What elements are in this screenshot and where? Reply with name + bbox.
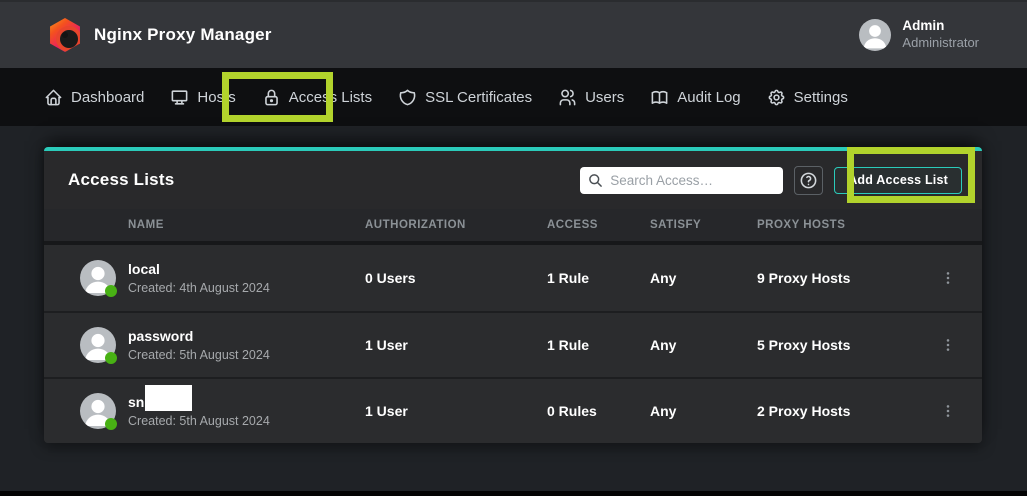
add-access-list-button[interactable]: Add Access List (834, 167, 962, 194)
access-value: 1 Rule (547, 337, 650, 353)
panel-header: Access Lists Add Access List (44, 151, 982, 209)
nav-label: Audit Log (677, 89, 740, 106)
nav-label: Settings (794, 89, 848, 106)
access-list-avatar (80, 260, 116, 296)
authorization-value: 0 Users (365, 270, 547, 286)
kebab-icon (940, 337, 956, 353)
page-title: Access Lists (68, 170, 174, 190)
kebab-icon (940, 403, 956, 419)
app-title: Nginx Proxy Manager (94, 25, 272, 45)
proxy-hosts-value: 9 Proxy Hosts (757, 270, 914, 286)
table-header-row: NAME AUTHORIZATION ACCESS SATISFY PROXY … (44, 209, 982, 245)
nav-item-dashboard[interactable]: Dashboard (44, 88, 144, 107)
table-row-password[interactable]: password Created: 5th August 2024 1 User… (44, 311, 982, 377)
row-menu-button[interactable] (936, 266, 960, 290)
status-online-dot (105, 352, 117, 364)
user-avatar-icon (859, 19, 891, 51)
nav-label: Access Lists (289, 89, 372, 106)
nav-item-access-lists[interactable]: Access Lists (262, 88, 372, 107)
status-online-dot (105, 418, 117, 430)
main-nav: Dashboard Hosts Access Lists SSL Certifi… (0, 68, 1027, 126)
table-row-sn[interactable]: sn Created: 5th August 2024 1 User 0 Rul… (44, 377, 982, 443)
access-value: 1 Rule (547, 270, 650, 286)
table-row-local[interactable]: local Created: 4th August 2024 0 Users 1… (44, 245, 982, 311)
shield-icon (398, 88, 417, 107)
nav-label: Dashboard (71, 89, 144, 106)
access-lists-panel: Access Lists Add Access List NAME AUTHOR… (44, 147, 982, 443)
help-icon (799, 171, 818, 190)
user-menu[interactable]: Admin Administrator (859, 18, 979, 51)
column-header-satisfy: SATISFY (650, 219, 757, 231)
column-header-proxy-hosts: PROXY HOSTS (757, 219, 914, 231)
app-window: Nginx Proxy Manager Admin Administrator … (0, 0, 1027, 496)
nav-item-ssl-certificates[interactable]: SSL Certificates (398, 88, 532, 107)
proxy-hosts-value: 2 Proxy Hosts (757, 403, 914, 419)
monitor-icon (170, 88, 189, 107)
row-menu-button[interactable] (936, 333, 960, 357)
help-button[interactable] (794, 166, 823, 195)
users-icon (558, 88, 577, 107)
panel-tools: Add Access List (580, 166, 962, 195)
satisfy-value: Any (650, 337, 757, 353)
search-box (580, 167, 783, 194)
access-list-created: Created: 5th August 2024 (128, 346, 365, 364)
search-input[interactable] (610, 173, 775, 188)
nav-item-users[interactable]: Users (558, 88, 624, 107)
user-name: Admin (902, 18, 979, 35)
access-list-created: Created: 5th August 2024 (128, 412, 365, 430)
satisfy-value: Any (650, 270, 757, 286)
column-header-access: ACCESS (547, 219, 650, 231)
content-area: Access Lists Add Access List NAME AUTHOR… (44, 147, 982, 443)
redaction-box (145, 385, 192, 411)
authorization-value: 1 User (365, 403, 547, 419)
access-value: 0 Rules (547, 403, 650, 419)
nav-item-hosts[interactable]: Hosts (170, 88, 235, 107)
app-logo-icon (48, 18, 82, 52)
lock-icon (262, 88, 281, 107)
home-icon (44, 88, 63, 107)
nav-item-settings[interactable]: Settings (767, 88, 848, 107)
access-list-name: sn (128, 392, 144, 412)
search-icon (588, 173, 603, 188)
nav-item-audit-log[interactable]: Audit Log (650, 88, 740, 107)
bottom-edge (0, 491, 1027, 496)
satisfy-value: Any (650, 403, 757, 419)
proxy-hosts-value: 5 Proxy Hosts (757, 337, 914, 353)
book-icon (650, 88, 669, 107)
column-header-authorization: AUTHORIZATION (365, 219, 547, 231)
nav-label: Users (585, 89, 624, 106)
access-list-avatar (80, 393, 116, 429)
column-header-name: NAME (128, 219, 365, 231)
access-list-avatar (80, 327, 116, 363)
brand[interactable]: Nginx Proxy Manager (48, 18, 272, 52)
authorization-value: 1 User (365, 337, 547, 353)
user-role: Administrator (902, 35, 979, 51)
row-menu-button[interactable] (936, 399, 960, 423)
gear-icon (767, 88, 786, 107)
status-online-dot (105, 285, 117, 297)
nav-label: Hosts (197, 89, 235, 106)
kebab-icon (940, 270, 956, 286)
access-list-created: Created: 4th August 2024 (128, 279, 365, 297)
access-list-name: local (128, 259, 160, 279)
access-list-name: password (128, 326, 193, 346)
topbar: Nginx Proxy Manager Admin Administrator (0, 0, 1027, 68)
nav-label: SSL Certificates (425, 89, 532, 106)
